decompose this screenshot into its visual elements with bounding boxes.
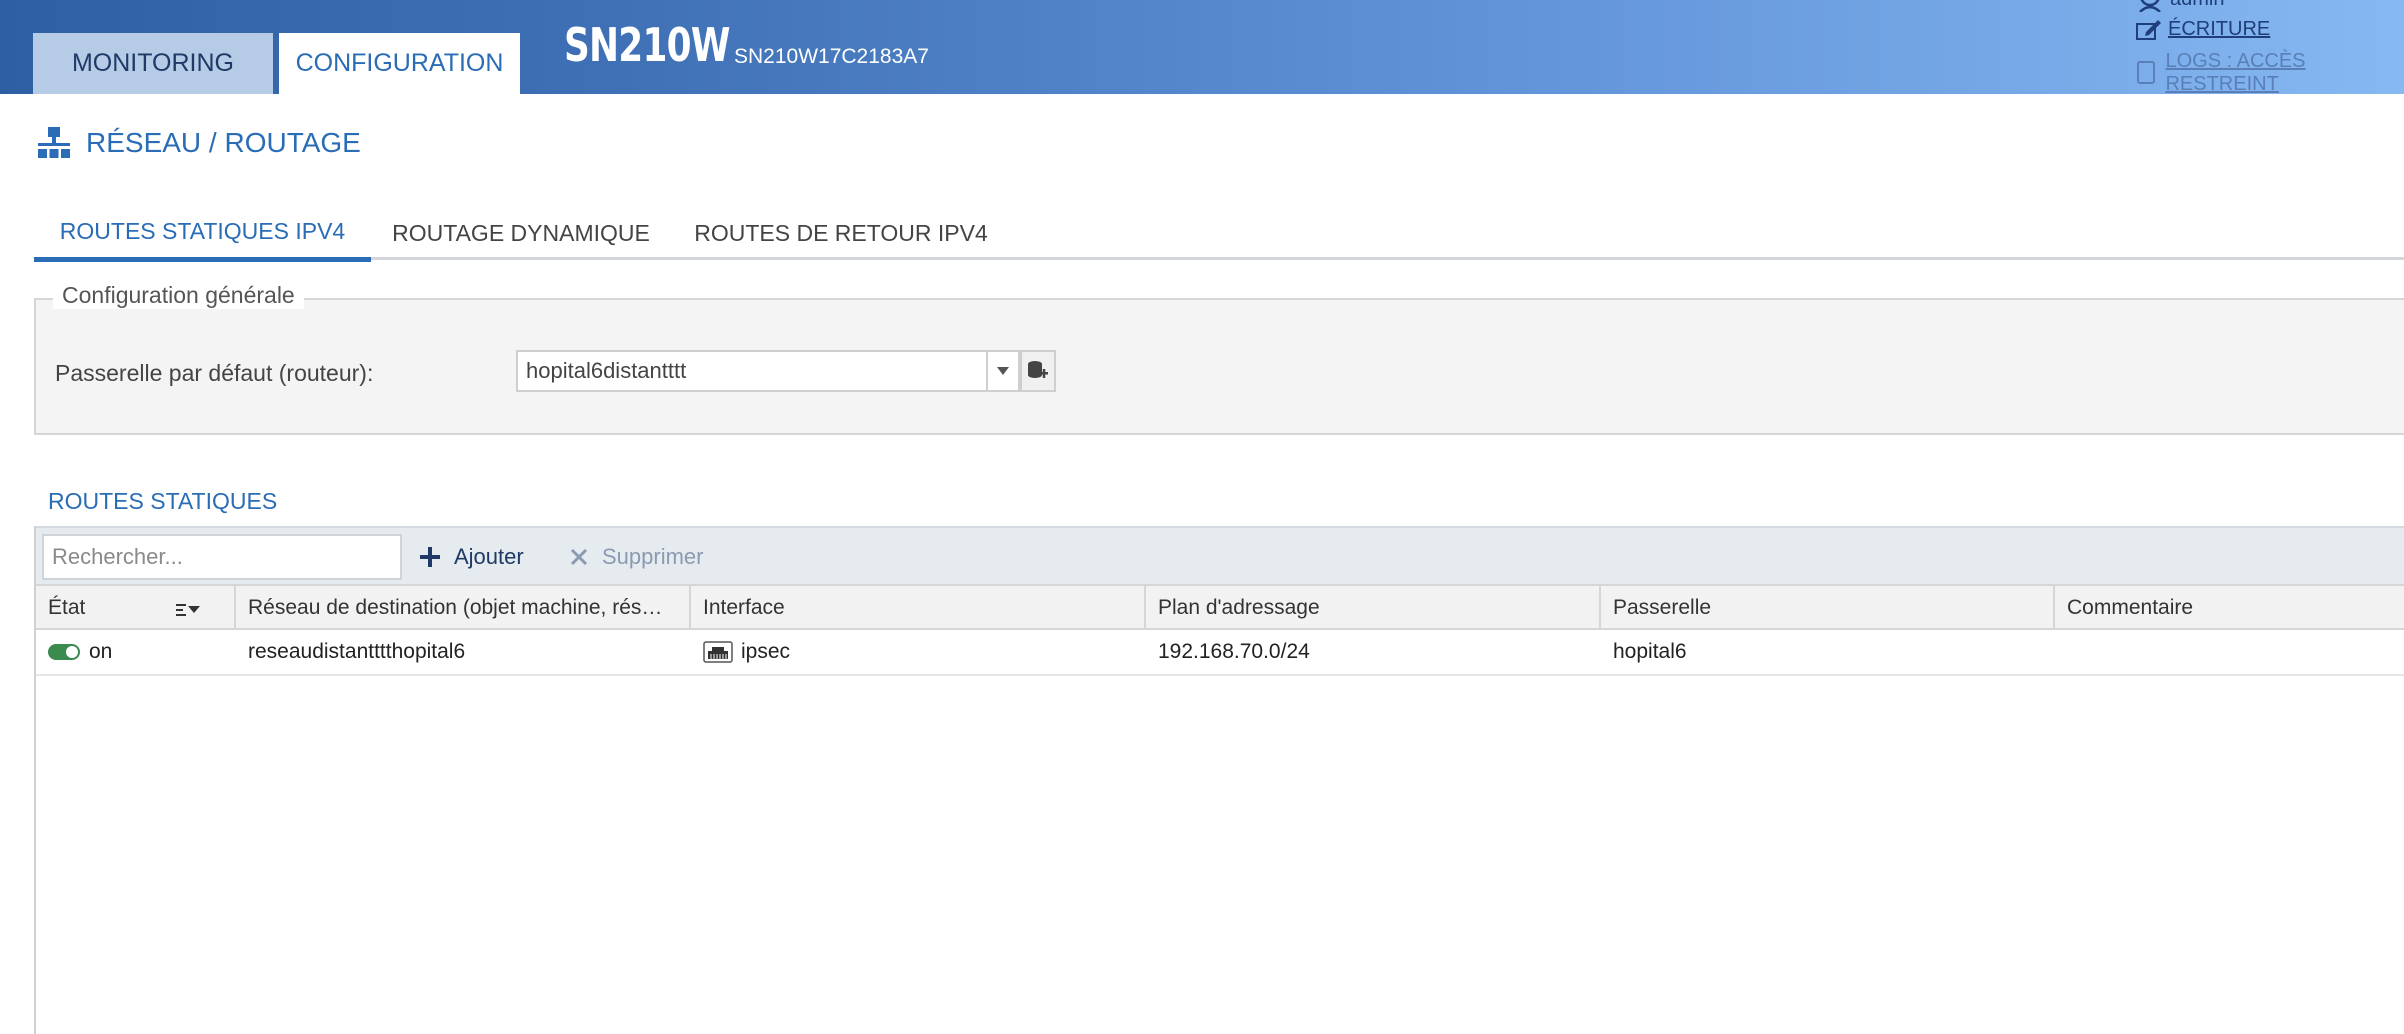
- column-header-destination[interactable]: Réseau de destination (objet machine, ré…: [236, 586, 691, 630]
- add-button-label: Ajouter: [454, 544, 524, 569]
- close-icon: [570, 548, 588, 566]
- edit-icon: [2136, 19, 2168, 41]
- page-title: RÉSEAU / ROUTAGE: [36, 125, 361, 161]
- user-area: admin ÉCRITURE LOGS : ACCÈS RESTREINT: [2136, 0, 2404, 96]
- delete-button-label: Supprimer: [602, 544, 704, 569]
- column-header-interface[interactable]: Interface: [691, 586, 1146, 630]
- default-gateway-label: Passerelle par défaut (routeur):: [55, 360, 374, 386]
- table-header: État Réseau de destination (objet machin…: [36, 584, 2404, 630]
- default-gateway-input[interactable]: [516, 350, 988, 392]
- plus-icon: [420, 547, 440, 567]
- network-icon: [36, 125, 72, 161]
- top-header: MONITORING CONFIGURATION SN210W SN210W17…: [0, 0, 2404, 96]
- cell-addressing: 192.168.70.0/24: [1158, 640, 1310, 663]
- write-access-link[interactable]: ÉCRITURE: [2168, 18, 2270, 41]
- column-header-plan-adressage[interactable]: Plan d'adressage: [1146, 586, 1601, 630]
- cell-state[interactable]: on: [36, 630, 236, 674]
- general-config-panel: [34, 298, 2404, 435]
- ethernet-port-icon: [703, 641, 733, 663]
- tab-monitoring[interactable]: MONITORING: [33, 33, 273, 94]
- search-input[interactable]: [42, 534, 402, 580]
- tab-configuration[interactable]: CONFIGURATION: [279, 33, 520, 94]
- toggle-on-icon[interactable]: [48, 644, 80, 660]
- grid-toolbar: Ajouter Supprimer: [36, 526, 2404, 584]
- write-access-row[interactable]: ÉCRITURE: [2136, 18, 2270, 41]
- column-header-commentaire[interactable]: Commentaire: [2055, 586, 2404, 630]
- general-config-legend: Configuration générale: [53, 282, 304, 309]
- cell-gateway: hopital6: [1613, 640, 1687, 663]
- cell-destination: reseaudistantttthopital6: [248, 640, 466, 663]
- cell-interface: ipsec: [691, 630, 1146, 674]
- logs-access-link[interactable]: LOGS : ACCÈS RESTREINT: [2165, 50, 2404, 96]
- database-add-icon: [1027, 360, 1049, 382]
- gateway-dropdown-button[interactable]: [986, 350, 1020, 392]
- sort-icon[interactable]: [176, 600, 202, 624]
- interface-label: ipsec: [741, 640, 791, 663]
- user-row[interactable]: admin: [2136, 0, 2224, 12]
- static-routes-title: ROUTES STATIQUES: [48, 488, 278, 514]
- table-row[interactable]: on reseaudistantttthopital6 ipsec 192.16…: [36, 630, 2404, 676]
- product-name: SN210W: [564, 18, 730, 72]
- add-button[interactable]: Ajouter: [420, 528, 524, 586]
- tab-routage-dynamique[interactable]: ROUTAGE DYNAMIQUE: [371, 206, 671, 260]
- cell-comment: [2055, 630, 2404, 674]
- state-label: on: [89, 640, 113, 663]
- user-name: admin: [2170, 0, 2224, 11]
- column-header-label: État: [48, 596, 86, 619]
- tab-routes-statiques-ipv4[interactable]: ROUTES STATIQUES IPV4: [34, 206, 371, 262]
- page-title-text: RÉSEAU / ROUTAGE: [86, 127, 361, 158]
- logs-access-row[interactable]: LOGS : ACCÈS RESTREINT: [2136, 50, 2404, 96]
- serial-number: SN210W17C2183A7: [734, 45, 929, 68]
- subtab-bar: ROUTES STATIQUES IPV4 ROUTAGE DYNAMIQUE …: [34, 206, 2404, 262]
- add-object-button[interactable]: [1020, 350, 1056, 392]
- static-routes-grid: Ajouter Supprimer État Réseau de destina…: [34, 526, 2404, 1034]
- column-header-passerelle[interactable]: Passerelle: [1601, 586, 2055, 630]
- tab-routes-de-retour-ipv4[interactable]: ROUTES DE RETOUR IPV4: [671, 206, 1011, 260]
- chevron-down-icon: [996, 366, 1010, 376]
- column-header-etat[interactable]: État: [36, 586, 236, 630]
- document-icon: [2136, 61, 2165, 85]
- user-icon: [2136, 0, 2164, 12]
- delete-button[interactable]: Supprimer: [570, 528, 703, 586]
